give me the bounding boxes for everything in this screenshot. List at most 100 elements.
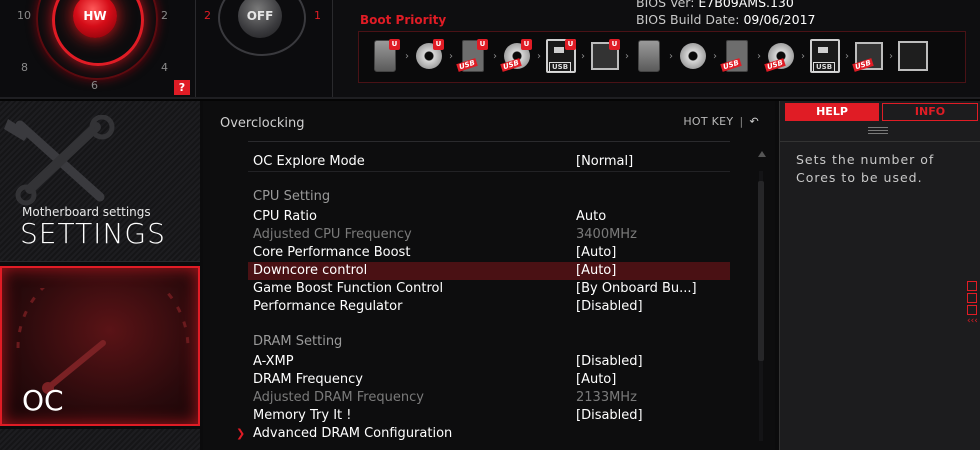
- knob-number: 6: [91, 79, 98, 92]
- boot-device[interactable]: U: [589, 38, 621, 74]
- sidebar-item-next[interactable]: [0, 429, 200, 450]
- setting-row[interactable]: Game Boost Function Control [By Onboard B…: [248, 280, 730, 298]
- setting-label: Core Performance Boost: [253, 245, 411, 260]
- chevron-right-icon: ›: [845, 50, 849, 62]
- setting-row[interactable]: Performance Regulator [Disabled]: [248, 298, 730, 316]
- setting-row[interactable]: DRAM Frequency [Auto]: [248, 371, 730, 389]
- tools-icon: [4, 115, 115, 206]
- section-header: CPU Setting: [248, 188, 730, 206]
- sidebar-oc-title: OC: [22, 384, 64, 417]
- boot-device[interactable]: USB: [809, 38, 841, 74]
- help-panel: HELP INFO Sets the number of Cores to be…: [779, 101, 980, 450]
- setting-label: Performance Regulator: [253, 299, 403, 314]
- boot-device[interactable]: [633, 38, 665, 74]
- boot-device[interactable]: U: [369, 38, 401, 74]
- boot-device[interactable]: USB U: [545, 38, 577, 74]
- scroll-up-icon[interactable]: [758, 151, 766, 157]
- boot-device[interactable]: USB: [852, 38, 885, 74]
- uefi-badge: U: [389, 39, 400, 50]
- help-button[interactable]: ?: [174, 80, 190, 95]
- main-panel: Overclocking HOT KEY | ↶ OC Explore Mode [N…: [203, 101, 775, 450]
- network-icon: [898, 41, 928, 71]
- sidebar-item-oc[interactable]: OC: [0, 266, 200, 426]
- chevron-right-icon: ›: [757, 50, 761, 62]
- setting-label: Memory Try It !: [253, 408, 352, 423]
- knob-number: 1: [314, 9, 321, 22]
- boot-device[interactable]: USB: [720, 38, 753, 74]
- bios-date-value: 09/06/2017: [743, 12, 816, 27]
- boot-priority-bar: U › U › USB U › USB U › USB U › U › › › USB › USB › USB › USB ›: [358, 31, 966, 83]
- setting-row[interactable]: ❯ Advanced DRAM Configuration: [236, 425, 730, 443]
- bios-ver-value: E7B09AMS.130: [698, 0, 794, 10]
- setting-value[interactable]: [Auto]: [576, 262, 616, 280]
- hotkey-button[interactable]: HOT KEY: [683, 115, 733, 128]
- bios-ver-label: BIOS Ver:: [636, 0, 695, 10]
- boot-device[interactable]: [677, 38, 709, 74]
- boot-device[interactable]: U: [413, 38, 445, 74]
- sidebar: Motherboard settings SETTINGS OC: [0, 101, 200, 450]
- uefi-badge: U: [521, 39, 532, 50]
- usb-tag: USB: [813, 62, 836, 72]
- chevron-right-icon: ›: [449, 50, 453, 62]
- speedometer-icon: [16, 288, 190, 394]
- tab-help[interactable]: HELP: [785, 103, 879, 121]
- top-bar: HW 10 2 8 4 6 ? OFF 2 1 BIOS Ver: E7B09A…: [0, 0, 980, 98]
- setting-row[interactable]: CPU Ratio Auto: [248, 208, 730, 226]
- handle-square-icon: [967, 305, 977, 315]
- setting-value[interactable]: [Disabled]: [576, 353, 643, 371]
- setting-row[interactable]: A-XMP [Disabled]: [248, 353, 730, 371]
- knob-number: 4: [161, 61, 168, 74]
- setting-label: A-XMP: [253, 354, 294, 369]
- setting-value[interactable]: [Normal]: [576, 153, 633, 171]
- bios-info: BIOS Ver: E7B09AMS.130 BIOS Build Date: …: [636, 0, 815, 28]
- hdd-icon: [638, 40, 660, 72]
- setting-value[interactable]: [Disabled]: [576, 407, 643, 425]
- chevron-left-icon: ‹‹‹: [967, 316, 978, 326]
- setting-row[interactable]: Downcore control [Auto]: [248, 262, 730, 280]
- setting-row: Adjusted CPU Frequency 3400MHz: [248, 226, 730, 244]
- setting-label: DRAM Frequency: [253, 372, 363, 387]
- uefi-badge: U: [609, 39, 620, 50]
- panel-collapse-handle[interactable]: ‹‹‹: [967, 281, 978, 327]
- section-header: DRAM Setting: [248, 333, 730, 351]
- setting-value[interactable]: Auto: [576, 208, 606, 226]
- scroll-thumb[interactable]: [758, 181, 764, 361]
- divider: [248, 171, 730, 172]
- setting-label: DRAM Setting: [253, 334, 343, 349]
- boot-device[interactable]: USB U: [456, 38, 489, 74]
- chevron-right-icon: ›: [581, 50, 585, 62]
- setting-value[interactable]: [By Onboard Bu...]: [576, 280, 697, 298]
- chevron-right-icon: ›: [493, 50, 497, 62]
- setting-label: Advanced DRAM Configuration: [253, 426, 453, 441]
- setting-row: Adjusted DRAM Frequency 2133MHz: [248, 389, 730, 407]
- setting-row[interactable]: Core Performance Boost [Auto]: [248, 244, 730, 262]
- setting-value[interactable]: [Auto]: [576, 244, 616, 262]
- tab-info[interactable]: INFO: [882, 103, 978, 121]
- sidebar-item-settings[interactable]: Motherboard settings SETTINGS: [0, 101, 200, 262]
- scrollbar[interactable]: [756, 151, 766, 447]
- menu-lines-icon: [868, 125, 888, 136]
- boot-device[interactable]: [897, 38, 929, 74]
- setting-label: Downcore control: [253, 263, 368, 278]
- uefi-badge: U: [565, 39, 576, 50]
- back-icon[interactable]: ↶: [749, 115, 759, 128]
- optical-disc-icon: [680, 43, 706, 69]
- setting-value[interactable]: [Auto]: [576, 371, 616, 389]
- knob-number: 2: [204, 9, 211, 22]
- setting-value[interactable]: [Disabled]: [576, 298, 643, 316]
- boot-priority-label: Boot Priority: [360, 13, 447, 27]
- knob-number: 10: [17, 9, 31, 22]
- help-description: Sets the number of Cores to be used.: [796, 152, 935, 185]
- setting-row[interactable]: Memory Try It ! [Disabled]: [248, 407, 730, 425]
- setting-label: OC Explore Mode: [253, 154, 365, 169]
- submenu-arrow-icon: ❯: [236, 427, 246, 440]
- chevron-right-icon: ›: [625, 50, 629, 62]
- boot-device[interactable]: USB: [764, 38, 797, 74]
- setting-row[interactable]: OC Explore Mode [Normal]: [248, 153, 730, 172]
- setting-label: Adjusted DRAM Frequency: [253, 390, 424, 405]
- boot-device[interactable]: USB U: [500, 38, 533, 74]
- page-title: Overclocking: [220, 116, 305, 131]
- boot-device-list: U › U › USB U › USB U › USB U › U › › › USB › USB › USB › USB ›: [369, 38, 929, 74]
- handle-square-icon: [967, 293, 977, 303]
- setting-label: Adjusted CPU Frequency: [253, 227, 412, 242]
